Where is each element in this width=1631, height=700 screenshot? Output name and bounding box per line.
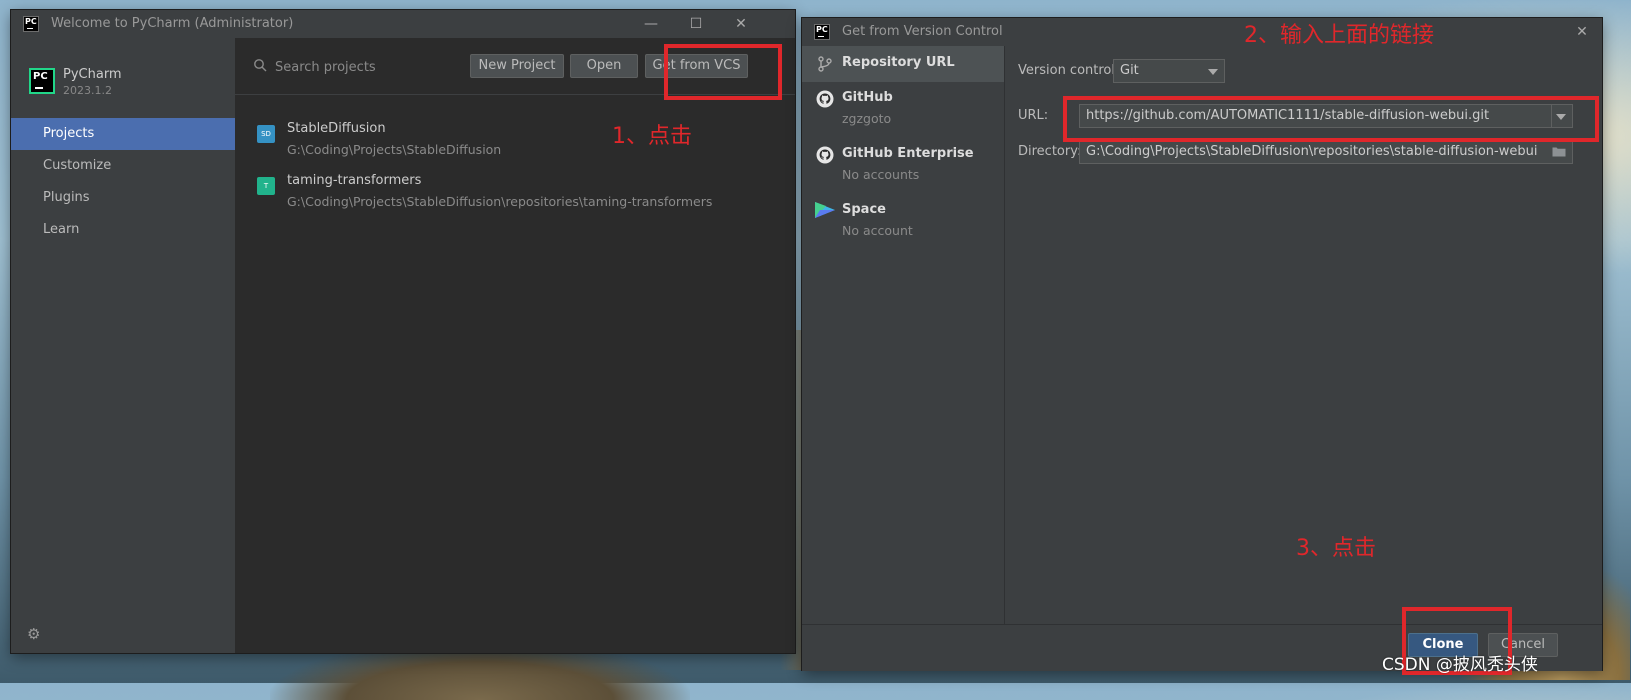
- close-icon[interactable]: ✕: [1572, 22, 1592, 42]
- watermark: CSDN @披风秃头侠: [1382, 655, 1538, 675]
- source-name: Repository URL: [842, 55, 955, 70]
- source-account: No accounts: [842, 167, 920, 182]
- directory-input[interactable]: G:\Coding\Projects\StableDiffusion\repos…: [1079, 140, 1573, 164]
- annotation-step3: 3、点击: [1296, 536, 1376, 561]
- url-label: URL:: [1018, 108, 1049, 123]
- chevron-down-icon: [1208, 69, 1218, 75]
- open-button[interactable]: Open: [570, 54, 638, 78]
- dialog-title: Get from Version Control: [842, 24, 1003, 39]
- source-repository-url[interactable]: Repository URL: [802, 46, 1004, 82]
- version-control-dropdown[interactable]: Git: [1113, 59, 1225, 83]
- window-title: Welcome to PyCharm (Administrator): [51, 16, 294, 31]
- minimize-icon[interactable]: —: [641, 14, 661, 34]
- annotation-highlight-url: [1063, 96, 1599, 142]
- annotation-step2: 2、输入上面的链接: [1244, 23, 1434, 48]
- annotation-highlight-vcs: [664, 44, 782, 100]
- nav-item-plugins[interactable]: Plugins: [11, 182, 235, 214]
- pycharm-product-icon: PC: [29, 68, 55, 94]
- directory-label: Directory:: [1018, 144, 1082, 159]
- version-control-value: Git: [1120, 63, 1139, 78]
- github-enterprise-icon: [816, 146, 834, 164]
- source-github[interactable]: GitHub zgzgoto: [802, 82, 1004, 136]
- vcs-branch-icon: [818, 56, 832, 72]
- maximize-icon[interactable]: ☐: [686, 14, 706, 34]
- source-github-enterprise[interactable]: GitHub Enterprise No accounts: [802, 138, 1004, 192]
- gear-icon[interactable]: ⚙: [27, 626, 43, 642]
- close-icon[interactable]: ✕: [731, 14, 751, 34]
- project-name: StableDiffusion: [287, 121, 386, 136]
- projects-panel: New Project Open Get from VCS SD StableD…: [235, 38, 795, 653]
- directory-value: G:\Coding\Projects\StableDiffusion\repos…: [1086, 144, 1538, 159]
- search-icon: [254, 59, 267, 72]
- annotation-step1: 1、点击: [612, 124, 692, 149]
- github-icon: [816, 90, 834, 108]
- nav-item-customize[interactable]: Customize: [11, 150, 235, 182]
- product-name: PyCharm: [63, 67, 122, 82]
- project-path: G:\Coding\Projects\StableDiffusion\repos…: [287, 194, 713, 209]
- new-project-button[interactable]: New Project: [470, 54, 564, 78]
- nav-item-learn[interactable]: Learn: [11, 214, 235, 246]
- vcs-titlebar: PC Get from Version Control ✕: [802, 18, 1602, 46]
- project-name: taming-transformers: [287, 173, 422, 188]
- product-version: 2023.1.2: [63, 84, 112, 97]
- pycharm-logo-icon: PC: [23, 16, 39, 32]
- version-control-label: Version control:: [1018, 63, 1120, 78]
- project-badge-icon: SD: [257, 125, 275, 143]
- source-name: Space: [842, 202, 886, 217]
- source-account: zgzgoto: [842, 111, 892, 126]
- pycharm-logo-icon: PC: [814, 24, 830, 40]
- search-projects-input[interactable]: [273, 55, 457, 79]
- vcs-source-list: Repository URL GitHub zgzgoto GitHub Ent…: [802, 46, 1005, 624]
- welcome-titlebar: PC Welcome to PyCharm (Administrator) — …: [11, 10, 795, 38]
- source-name: GitHub: [842, 90, 893, 105]
- project-badge-icon: T: [257, 177, 275, 195]
- source-account: No account: [842, 223, 913, 238]
- source-space[interactable]: Space No account: [802, 194, 1004, 248]
- nav-item-projects[interactable]: Projects: [11, 118, 235, 150]
- welcome-window: PC Welcome to PyCharm (Administrator) — …: [11, 10, 795, 653]
- space-icon: [815, 202, 835, 218]
- folder-icon[interactable]: [1552, 146, 1566, 157]
- project-path: G:\Coding\Projects\StableDiffusion: [287, 142, 502, 157]
- source-name: GitHub Enterprise: [842, 146, 974, 161]
- welcome-sidebar: PC PyCharm 2023.1.2 Projects Customize P…: [11, 38, 235, 653]
